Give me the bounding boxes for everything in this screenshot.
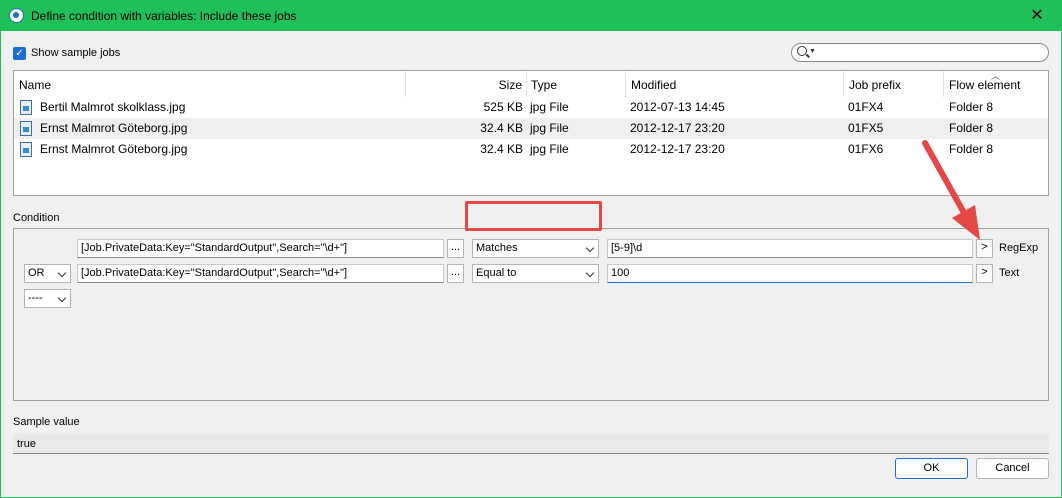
operator-select[interactable]: Matches [472,239,599,258]
show-sample-jobs-label[interactable]: Show sample jobs [31,47,120,59]
table-row[interactable]: Ernst Malmrot Göteborg.jpg 32.4 KB jpg F… [14,139,1048,160]
cell-type: jpg File [530,142,569,156]
sample-value-label: Sample value [13,416,80,428]
cell-type: jpg File [530,121,569,135]
window-title: Define condition with variables: Include… [31,9,297,23]
value-type-button[interactable]: > [976,264,993,283]
cell-job-prefix: 01FX5 [848,121,884,135]
variable-field[interactable]: [Job.PrivateData:Key="StandardOutput",Se… [77,239,444,258]
cell-type: jpg File [530,100,569,114]
logic-value: ---- [28,292,43,304]
cancel-button[interactable]: Cancel [976,458,1049,479]
search-icon [797,46,807,56]
title-bar: Define condition with variables: Include… [0,0,1062,31]
chevron-down-icon: ▼ [809,48,816,55]
sample-jobs-table: Name Size Type Modified Job prefix Flow … [13,70,1049,196]
cell-job-prefix: 01FX4 [848,100,884,114]
cell-name: Ernst Malmrot Göteborg.jpg [40,142,188,156]
variable-picker-button[interactable]: ... [447,264,464,283]
chevron-down-icon [585,268,595,278]
sample-value-field: true [13,434,1049,454]
chevron-down-icon [585,243,595,253]
cell-modified: 2012-12-17 23:20 [630,121,725,135]
operator-value: Matches [476,242,518,254]
value-type-button[interactable]: > [976,239,993,258]
image-file-icon [20,121,32,136]
sort-ascending-icon: ︿ [991,71,1001,81]
cell-flow-element: Folder 8 [949,142,994,156]
cell-size: 525 KB [483,100,523,114]
cell-flow-element: Folder 8 [949,100,994,114]
cell-size: 32.4 KB [480,142,523,156]
column-header-size[interactable]: Size [406,71,527,97]
column-header-modified[interactable]: Modified [626,71,844,97]
dialog-window: Define condition with variables: Include… [0,0,1062,498]
search-input[interactable]: ▼ [791,43,1049,62]
column-header-type[interactable]: Type [527,71,626,97]
cell-size: 32.4 KB [480,121,523,135]
app-icon [9,8,24,23]
value-field[interactable]: [5-9]\d [607,239,973,258]
close-icon[interactable]: ✕ [1027,6,1047,26]
dialog-client: ✓ Show sample jobs ▼ Name Size Type Modi… [1,31,1061,497]
value-type-label: RegExp [999,242,1039,254]
column-header-name[interactable]: Name [14,71,406,97]
ok-button[interactable]: OK [895,458,968,479]
show-sample-jobs-checkbox[interactable]: ✓ [13,47,26,60]
image-file-icon [20,100,32,115]
table-header: Name Size Type Modified Job prefix Flow … [14,71,1048,97]
variable-picker-button[interactable]: ... [447,239,464,258]
logic-select[interactable]: OR [24,264,71,283]
table-row[interactable]: Ernst Malmrot Göteborg.jpg 32.4 KB jpg F… [14,118,1048,139]
image-file-icon [20,142,32,157]
logic-value: OR [28,267,45,279]
operator-select[interactable]: Equal to [472,264,599,283]
column-header-job-prefix[interactable]: Job prefix [844,71,944,97]
operator-value: Equal to [476,267,517,279]
condition-panel: [Job.PrivateData:Key="StandardOutput",Se… [13,228,1049,401]
chevron-down-icon [57,268,67,278]
cell-name: Ernst Malmrot Göteborg.jpg [40,121,188,135]
cell-job-prefix: 01FX6 [848,142,884,156]
cell-name: Bertil Malmrot skolklass.jpg [40,100,186,114]
cell-modified: 2012-12-17 23:20 [630,142,725,156]
value-field[interactable]: 100 [607,264,973,283]
chevron-down-icon [57,293,67,303]
variable-field[interactable]: [Job.PrivateData:Key="StandardOutput",Se… [77,264,444,283]
table-row[interactable]: Bertil Malmrot skolklass.jpg 525 KB jpg … [14,97,1048,118]
condition-label: Condition [13,212,60,224]
value-type-label: Text [999,267,1020,279]
cell-flow-element: Folder 8 [949,121,994,135]
logic-select-empty[interactable]: ---- [24,289,71,308]
cell-modified: 2012-07-13 14:45 [630,100,725,114]
